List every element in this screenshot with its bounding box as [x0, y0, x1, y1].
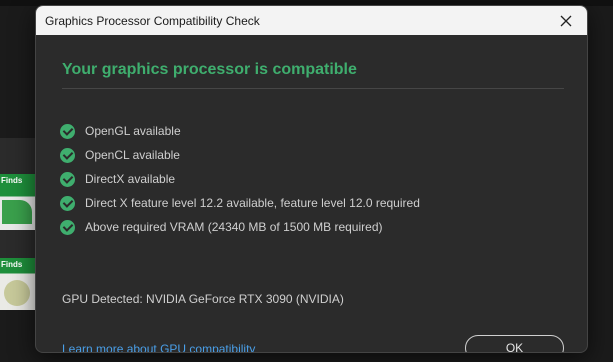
thumbnail-label: Finds — [1, 176, 23, 185]
check-circle-icon — [60, 171, 75, 187]
check-circle-icon — [60, 219, 75, 235]
close-button[interactable] — [555, 10, 577, 32]
check-item-text: OpenCL available — [85, 148, 180, 162]
check-item: Direct X feature level 12.2 available, f… — [60, 191, 420, 215]
thumbnail-graphic — [2, 200, 32, 224]
check-circle-icon — [60, 195, 75, 211]
check-item-text: Above required VRAM (24340 MB of 1500 MB… — [85, 220, 383, 234]
check-item-text: DirectX available — [85, 172, 176, 186]
ok-button[interactable]: OK — [465, 335, 564, 352]
check-circle-icon — [60, 123, 75, 139]
background-thumbnail: Finds — [0, 258, 36, 310]
check-list: OpenGL available OpenCL available Direct… — [60, 119, 420, 239]
check-item-text: OpenGL available — [85, 124, 181, 138]
dialog-title: Graphics Processor Compatibility Check — [45, 13, 260, 28]
gpu-compatibility-dialog: Graphics Processor Compatibility Check Y… — [35, 5, 588, 353]
close-icon — [560, 15, 572, 26]
check-item: OpenGL available — [60, 119, 420, 143]
check-circle-icon — [60, 147, 75, 163]
check-item-text: Direct X feature level 12.2 available, f… — [85, 196, 420, 210]
divider — [62, 88, 564, 89]
check-item: DirectX available — [60, 167, 420, 191]
check-item: Above required VRAM (24340 MB of 1500 MB… — [60, 215, 420, 239]
dialog-titlebar: Graphics Processor Compatibility Check — [36, 6, 587, 35]
thumbnail-graphic — [4, 280, 30, 306]
gpu-detected-text: GPU Detected: NVIDIA GeForce RTX 3090 (N… — [62, 292, 344, 306]
thumbnail-label: Finds — [1, 260, 23, 269]
compatibility-heading: Your graphics processor is compatible — [62, 61, 357, 78]
learn-more-link[interactable]: Learn more about GPU compatibility — [62, 342, 255, 352]
check-item: OpenCL available — [60, 143, 420, 167]
background-thumbnail: Finds — [0, 174, 36, 230]
dialog-content: Your graphics processor is compatible Op… — [36, 35, 587, 352]
